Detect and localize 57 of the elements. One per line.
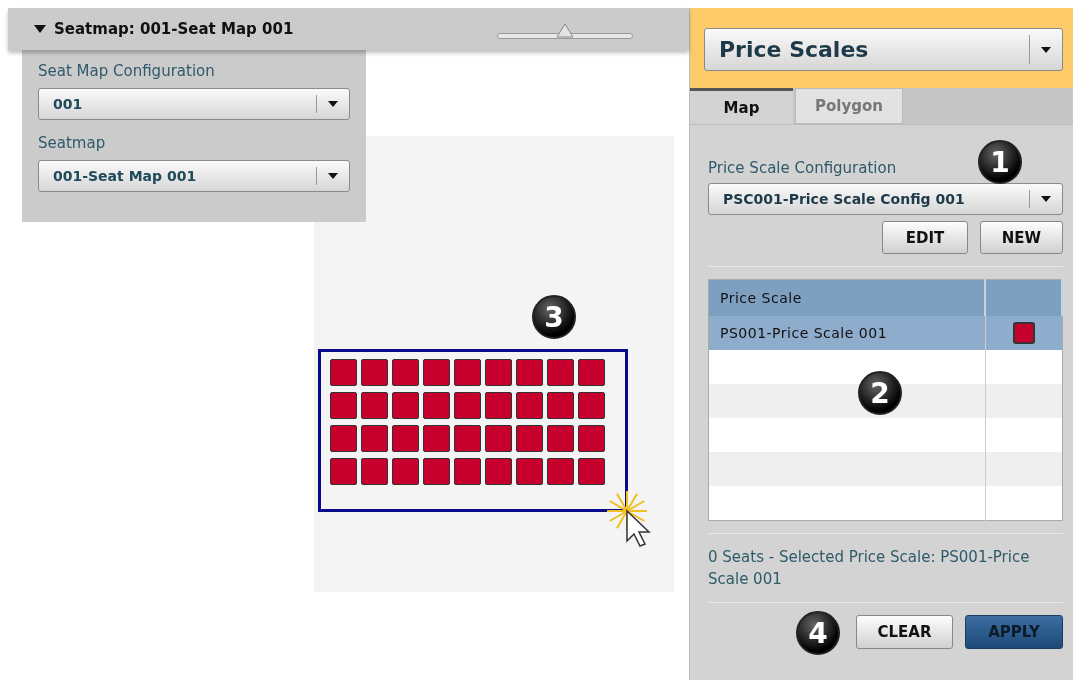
column-header: Price Scale: [708, 279, 985, 316]
new-button[interactable]: NEW: [980, 221, 1063, 254]
seat[interactable]: [485, 359, 512, 386]
seat[interactable]: [516, 458, 543, 485]
panel-dropdown[interactable]: Price Scales: [704, 28, 1063, 71]
seat[interactable]: [485, 458, 512, 485]
caret-icon: [328, 101, 338, 107]
seat[interactable]: [578, 359, 605, 386]
seat[interactable]: [454, 425, 481, 452]
seat[interactable]: [516, 392, 543, 419]
collapse-triangle-icon[interactable]: [34, 25, 46, 33]
seat[interactable]: [392, 425, 419, 452]
edit-button[interactable]: EDIT: [882, 221, 968, 254]
status-text: 0 Seats - Selected Price Scale: PS001-Price Scale 001: [708, 547, 1031, 590]
seat[interactable]: [423, 359, 450, 386]
seat[interactable]: [392, 458, 419, 485]
seat[interactable]: [547, 425, 574, 452]
seat[interactable]: [361, 458, 388, 485]
seat[interactable]: [547, 359, 574, 386]
caret-icon: [1041, 196, 1051, 202]
seat[interactable]: [392, 392, 419, 419]
seat[interactable]: [423, 425, 450, 452]
price-scale-config-dropdown[interactable]: PSC001-Price Scale Config 001: [708, 183, 1063, 215]
seat[interactable]: [361, 392, 388, 419]
field-label: Price Scale Configuration: [708, 159, 897, 179]
seat[interactable]: [578, 392, 605, 419]
dropdown[interactable]: 001: [38, 88, 350, 120]
field-label: Seat Map Configuration: [38, 62, 216, 82]
seat[interactable]: [578, 425, 605, 452]
seat[interactable]: [547, 458, 574, 485]
caret-icon: [1041, 46, 1051, 53]
table-cell[interactable]: PS001-Price Scale 001: [708, 316, 985, 350]
field-label: Seatmap: [38, 134, 107, 154]
seat[interactable]: [330, 425, 357, 452]
dropdown[interactable]: 001-Seat Map 001: [38, 160, 350, 192]
seat[interactable]: [485, 425, 512, 452]
seat[interactable]: [454, 392, 481, 419]
seat[interactable]: [578, 458, 605, 485]
slider-thumb[interactable]: [556, 24, 574, 38]
seat[interactable]: [423, 392, 450, 419]
seat[interactable]: [330, 392, 357, 419]
seat[interactable]: [423, 458, 450, 485]
seat[interactable]: [454, 458, 481, 485]
seat[interactable]: [330, 359, 357, 386]
seat[interactable]: [330, 458, 357, 485]
seat[interactable]: [392, 359, 419, 386]
clear-button[interactable]: CLEAR: [856, 615, 953, 649]
seat[interactable]: [361, 359, 388, 386]
seatmap-title: Seatmap: 001-Seat Map 001: [54, 20, 295, 38]
tab[interactable]: Map: [690, 88, 793, 124]
seat[interactable]: [547, 392, 574, 419]
seat[interactable]: [361, 425, 388, 452]
seat[interactable]: [516, 425, 543, 452]
caret-icon: [328, 173, 338, 179]
seat[interactable]: [516, 359, 543, 386]
seat[interactable]: [485, 392, 512, 419]
seat[interactable]: [454, 359, 481, 386]
